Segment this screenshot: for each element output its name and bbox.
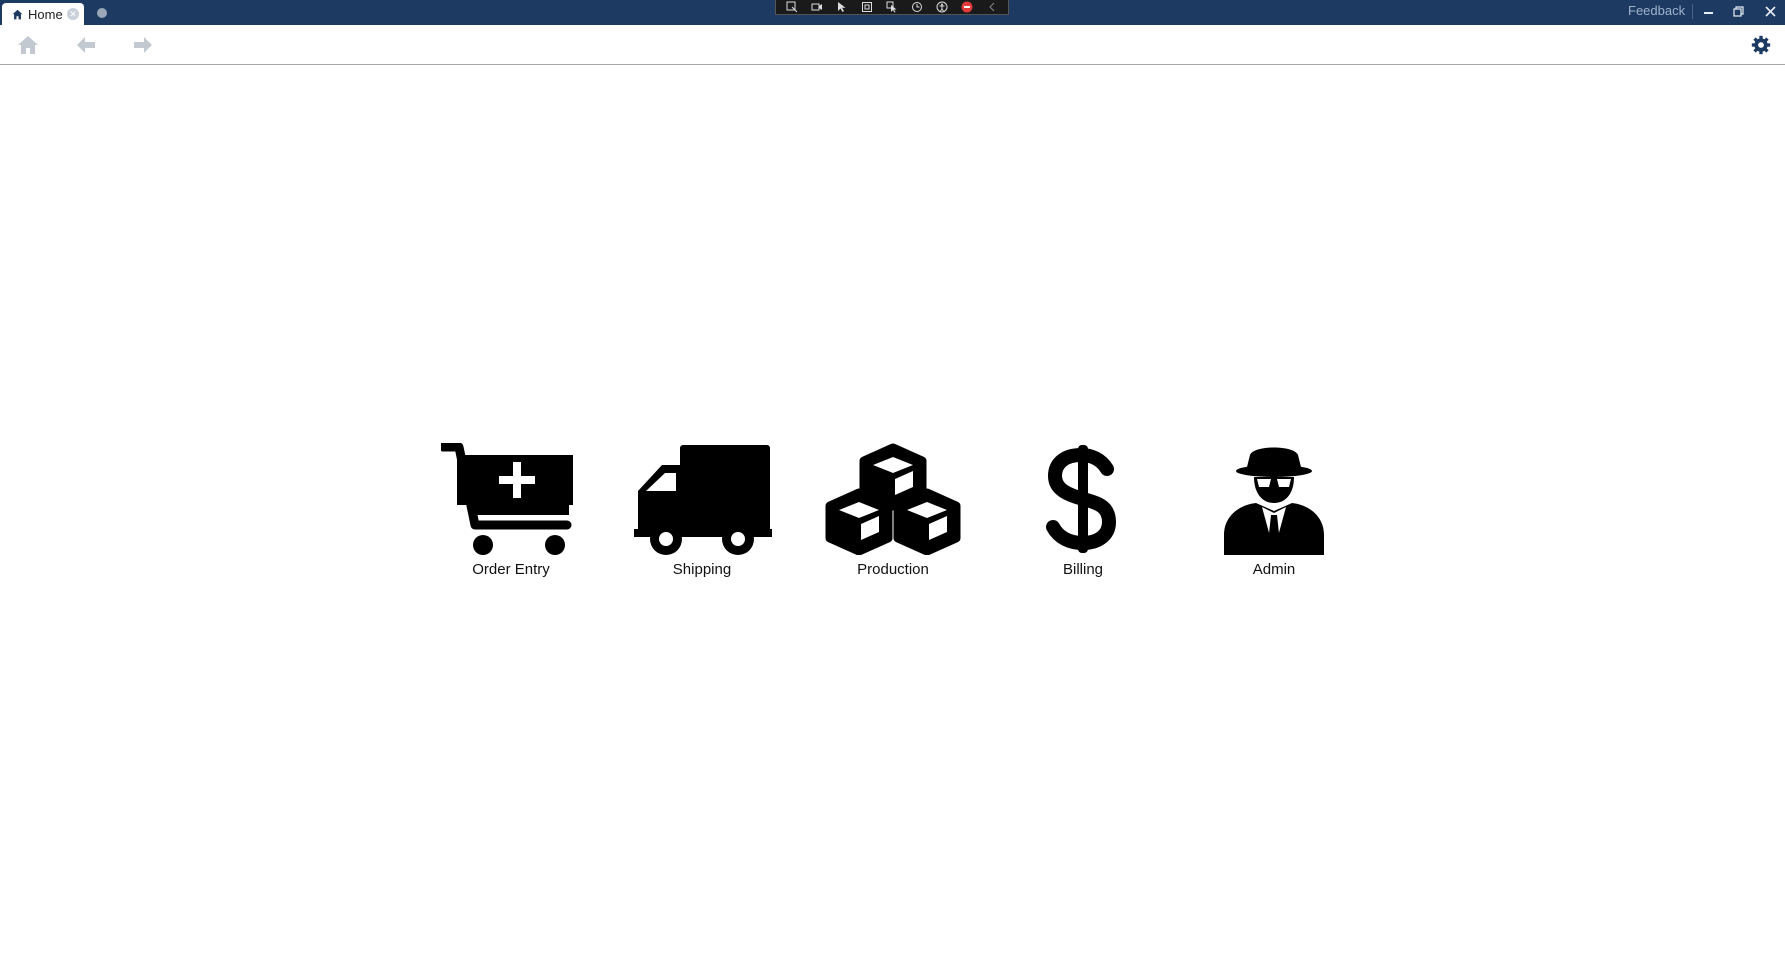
feedback-link[interactable]: Feedback xyxy=(1628,3,1685,18)
select-element-icon[interactable] xyxy=(782,1,803,14)
back-button[interactable] xyxy=(74,34,98,56)
spy-icon xyxy=(1224,447,1324,555)
debug-toolbar xyxy=(775,0,1009,15)
accessibility-icon[interactable] xyxy=(931,1,952,14)
forward-button[interactable] xyxy=(131,34,155,56)
navigation-toolbar xyxy=(0,25,1785,65)
home-icon xyxy=(18,36,38,54)
stop-icon[interactable] xyxy=(956,1,977,14)
module-admin[interactable]: Admin xyxy=(1199,443,1349,578)
module-label: Order Entry xyxy=(472,561,550,578)
module-label: Billing xyxy=(1062,561,1104,578)
forward-arrow-icon xyxy=(134,37,152,53)
module-shipping[interactable]: Shipping xyxy=(627,443,777,578)
module-order-entry[interactable]: Order Entry xyxy=(436,443,586,578)
gear-icon xyxy=(1751,35,1771,55)
separator xyxy=(1692,4,1693,19)
frame-icon[interactable] xyxy=(857,1,878,14)
restore-button[interactable] xyxy=(1728,2,1748,20)
module-launcher: Order Entry Shipping Production Billing … xyxy=(0,443,1785,583)
close-window-button[interactable] xyxy=(1760,2,1780,20)
tab-label: Home xyxy=(28,6,63,22)
title-bar: Home ✕ Feedback xyxy=(0,0,1785,25)
home-icon xyxy=(12,9,23,19)
module-billing[interactable]: Billing xyxy=(1008,443,1158,578)
module-production[interactable]: Production xyxy=(818,443,968,578)
cubes-icon xyxy=(825,443,961,555)
back-arrow-icon xyxy=(77,37,95,53)
restore-icon xyxy=(1732,5,1744,17)
minimize-icon xyxy=(1703,11,1713,14)
new-tab-button[interactable] xyxy=(97,8,107,18)
pointer-icon[interactable] xyxy=(832,1,853,14)
close-circle-icon[interactable]: ✕ xyxy=(67,8,79,20)
tab-home[interactable]: Home ✕ xyxy=(2,3,84,25)
close-icon xyxy=(1764,5,1776,17)
pointer-highlight-icon[interactable] xyxy=(882,1,903,14)
truck-icon xyxy=(634,445,772,555)
cart-plus-icon xyxy=(441,443,573,555)
settings-button[interactable] xyxy=(1749,34,1773,56)
module-label: Production xyxy=(857,561,929,578)
module-label: Admin xyxy=(1252,561,1296,578)
home-button[interactable] xyxy=(16,34,40,56)
hot-reload-icon[interactable] xyxy=(906,1,927,14)
minimize-button[interactable] xyxy=(1698,2,1718,20)
collapse-icon[interactable] xyxy=(981,1,1002,14)
module-label: Shipping xyxy=(672,561,732,578)
video-icon[interactable] xyxy=(807,1,828,14)
dollar-icon xyxy=(1046,445,1117,553)
